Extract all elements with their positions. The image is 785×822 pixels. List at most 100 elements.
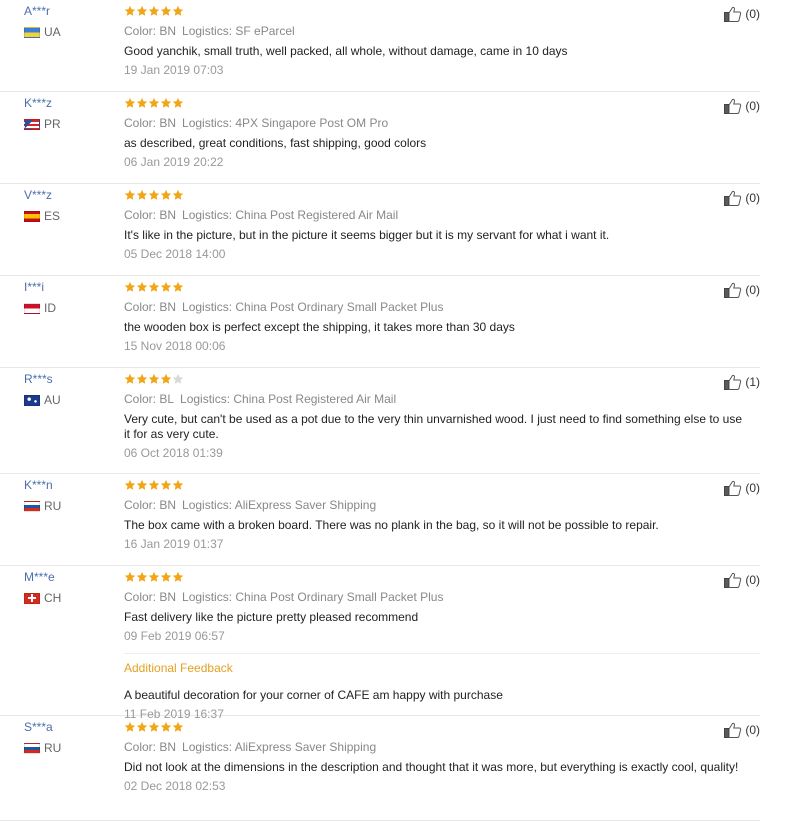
review-feed: A***r UA Color: BN Logistics: SF eParcel Goo… (0, 0, 785, 821)
helpful-button[interactable]: (1) (724, 374, 760, 390)
star-rating (124, 721, 760, 734)
star-icon (148, 97, 160, 108)
review-date: 02 Dec 2018 02:53 (124, 779, 226, 793)
star-icon (160, 5, 172, 16)
star-icon (160, 189, 172, 200)
star-rating (124, 5, 760, 18)
star-icon (136, 189, 148, 200)
star-icon (160, 721, 172, 732)
helpful-button[interactable]: (0) (724, 6, 760, 22)
reviewer-name[interactable]: V***z (24, 188, 52, 202)
product-color: Color: BN (124, 590, 177, 604)
reviewer-name[interactable]: S***a (24, 720, 53, 734)
product-color: Color: BN (124, 300, 177, 314)
reviewer-name[interactable]: K***n (24, 478, 53, 492)
helpful-count: (0) (745, 283, 760, 297)
reviewer-name[interactable]: A***r (24, 4, 50, 18)
star-icon (160, 571, 172, 582)
star-icon (160, 479, 172, 490)
product-color: Color: BN (124, 498, 177, 512)
star-icon (172, 571, 184, 582)
helpful-count: (0) (745, 99, 760, 113)
star-rating (124, 97, 760, 110)
review-item: V***z ES Color: BN Logistics: China Post Re… (0, 184, 760, 276)
star-icon (160, 97, 172, 108)
country-flag-icon (24, 118, 40, 130)
country-code: UA (44, 25, 61, 39)
star-icon (172, 189, 184, 200)
star-icon (148, 571, 160, 582)
reviewer-name[interactable]: I***i (24, 280, 44, 294)
logistics-method: Logistics: 4PX Singapore Post OM Pro (182, 116, 389, 130)
review-text: It's like in the picture, but in the pic… (124, 228, 610, 242)
star-rating (124, 479, 760, 492)
helpful-button[interactable]: (0) (724, 480, 760, 496)
review-date: 06 Oct 2018 01:39 (124, 446, 223, 460)
review-date: 09 Feb 2019 06:57 (124, 629, 225, 643)
star-icon (136, 5, 148, 16)
star-icon (136, 479, 148, 490)
star-icon (172, 373, 184, 384)
review-date: 15 Nov 2018 00:06 (124, 339, 226, 353)
review-meta: Color: BN Logistics: China Post Registere… (124, 208, 760, 222)
star-rating (124, 373, 760, 386)
logistics-method: Logistics: AliExpress Saver Shipping (182, 498, 377, 512)
thumbs-up-icon (724, 282, 742, 298)
star-icon (148, 189, 160, 200)
country-flag-icon (24, 210, 40, 222)
review-item: K***z PR Color: BN Logistics: 4PX Singapore… (0, 92, 760, 184)
star-rating (124, 189, 760, 202)
helpful-button[interactable]: (0) (724, 98, 760, 114)
reviewer-name[interactable]: M***e (24, 570, 55, 584)
review-text: as described, great conditions, fast shi… (124, 136, 427, 150)
logistics-method: Logistics: AliExpress Saver Shipping (182, 740, 377, 754)
star-rating (124, 571, 760, 584)
logistics-method: Logistics: China Post Registered Air Mai… (182, 208, 399, 222)
additional-feedback: Additional Feedback A beautiful decoratio… (124, 653, 760, 721)
helpful-count: (0) (745, 191, 760, 205)
review-date: 06 Jan 2019 20:22 (124, 155, 224, 169)
reviewer-name[interactable]: R***s (24, 372, 53, 386)
star-icon (148, 281, 160, 292)
review-text: Very cute, but can't be used as a pot du… (124, 412, 743, 441)
helpful-button[interactable]: (0) (724, 190, 760, 206)
review-item: I***i ID Color: BN Logistics: China Post Or… (0, 276, 760, 368)
review-body: Color: BN Logistics: AliExpress Saver Shi… (124, 478, 760, 551)
star-icon (160, 281, 172, 292)
star-icon (136, 97, 148, 108)
country-code: RU (44, 741, 62, 755)
reviewer-country: RU (24, 741, 61, 755)
review-body: Color: BN Logistics: SF eParcel Good yanch… (124, 4, 760, 77)
product-color: Color: BN (124, 740, 177, 754)
reviewer-country: ES (24, 209, 60, 223)
review-meta: Color: BN Logistics: 4PX Singapore Post O… (124, 116, 760, 130)
country-code: ID (44, 301, 56, 315)
logistics-method: Logistics: SF eParcel (182, 24, 295, 38)
star-icon (124, 479, 136, 490)
star-rating (124, 281, 760, 294)
review-body: Color: BN Logistics: China Post Ordinary … (124, 570, 760, 721)
country-flag-icon (24, 26, 40, 38)
review-text: Good yanchik, small truth, well packed, … (124, 44, 568, 58)
helpful-button[interactable]: (0) (724, 572, 760, 588)
helpful-count: (0) (745, 481, 760, 495)
star-icon (136, 721, 148, 732)
review-body: Color: BN Logistics: AliExpress Saver Shi… (124, 720, 760, 793)
review-date: 19 Jan 2019 07:03 (124, 63, 224, 77)
star-icon (124, 571, 136, 582)
star-icon (172, 479, 184, 490)
reviewer-country: ID (24, 301, 56, 315)
helpful-button[interactable]: (0) (724, 282, 760, 298)
star-icon (124, 373, 136, 384)
review-date: 16 Jan 2019 01:37 (124, 537, 224, 551)
helpful-button[interactable]: (0) (724, 722, 760, 738)
reviewer-name[interactable]: K***z (24, 96, 52, 110)
helpful-count: (1) (745, 375, 760, 389)
star-icon (148, 373, 160, 384)
review-text: Fast delivery like the picture pretty pl… (124, 610, 419, 624)
review-text: The box came with a broken board. There … (124, 518, 659, 532)
star-icon (124, 5, 136, 16)
country-code: AU (44, 393, 61, 407)
star-icon (136, 281, 148, 292)
review-meta: Color: BN Logistics: China Post Ordinary … (124, 300, 760, 314)
